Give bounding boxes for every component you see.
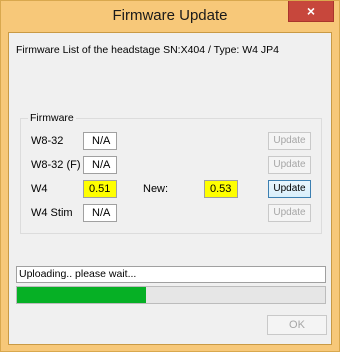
firmware-label-w4: W4 — [31, 183, 48, 195]
firmware-current-w8-32: N/A — [83, 132, 117, 150]
upload-progress-bar — [16, 286, 326, 304]
firmware-current-w4-stim: N/A — [83, 204, 117, 222]
close-button[interactable]: × — [288, 1, 334, 22]
firmware-new-w4: 0.53 — [204, 180, 238, 198]
update-button-w8-32-f[interactable]: Update — [268, 156, 311, 174]
firmware-update-window: Firmware Update × Firmware List of the h… — [0, 0, 340, 352]
headstage-info: Firmware List of the headstage SN:X404 /… — [16, 44, 280, 56]
dialog-body: Firmware List of the headstage SN:X404 /… — [8, 32, 332, 345]
title-bar[interactable]: Firmware Update × — [1, 1, 339, 32]
firmware-current-w8-32-f: N/A — [83, 156, 117, 174]
update-button-w4[interactable]: Update — [268, 180, 311, 198]
new-version-label: New: — [143, 183, 169, 195]
status-text: Uploading.. please wait... — [16, 266, 326, 283]
firmware-groupbox: Firmware W8-32 N/A Update W8-32 (F) N/A … — [20, 112, 322, 234]
update-button-w8-32[interactable]: Update — [268, 132, 311, 150]
firmware-group-title: Firmware — [28, 112, 76, 124]
firmware-label-w8-32-f: W8-32 (F) — [31, 159, 81, 171]
ok-button[interactable]: OK — [267, 315, 327, 335]
firmware-current-w4: 0.51 — [83, 180, 117, 198]
firmware-label-w8-32: W8-32 — [31, 135, 64, 147]
update-button-w4-stim[interactable]: Update — [268, 204, 311, 222]
firmware-label-w4-stim: W4 Stim — [31, 207, 73, 219]
progress-fill — [17, 287, 147, 303]
